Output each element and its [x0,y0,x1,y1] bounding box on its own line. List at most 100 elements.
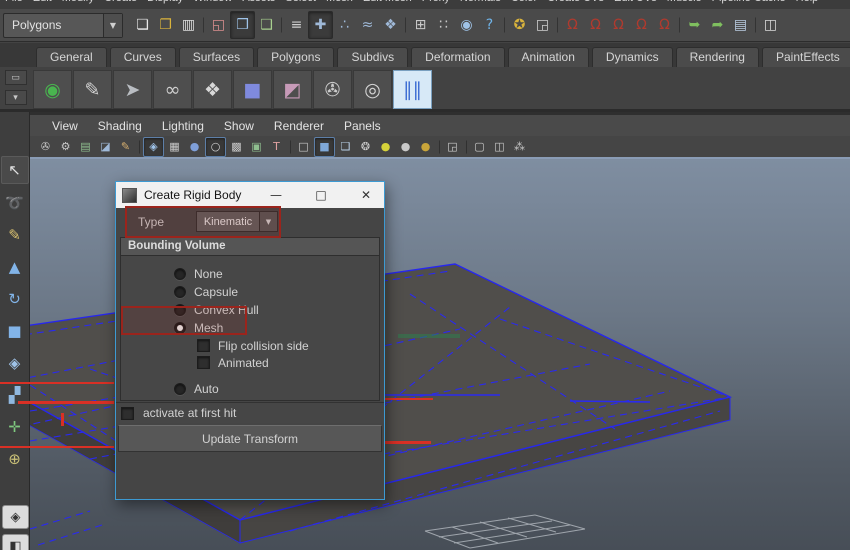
tab-general[interactable]: General [36,47,107,67]
tab-animation[interactable]: Animation [507,47,589,67]
menu-pipeline-cache[interactable]: Pipeline Cache [707,0,791,9]
spring-constraint-icon[interactable]: ∞ [153,70,192,109]
snap-to-view-plane-icon[interactable]: Ω [653,12,676,38]
tab-curves[interactable]: Curves [109,47,176,67]
universal-manipulator-icon[interactable]: ◈ [2,350,28,376]
gray-light-icon[interactable]: ● [396,138,415,156]
show-manipulator-icon[interactable]: ✛ [2,414,28,440]
menu-file[interactable]: File [0,0,28,9]
select-object-icon[interactable]: ❒ [230,11,255,39]
input-connections-icon[interactable]: ➥ [683,12,706,38]
goal-weights-icon[interactable]: ◎ [353,70,392,109]
mask-curves-icon[interactable]: ≈ [356,12,379,38]
image-plane-icon[interactable]: ◪ [96,138,115,156]
menu-edit-uvs[interactable]: Edit UVs [609,0,662,9]
set-rigid-key-icon[interactable]: ✇ [313,70,352,109]
four-pane-layout-icon[interactable]: ◧ [2,534,29,550]
dynamic-select-icon[interactable]: ◉ [455,12,478,38]
xray-cube-icon[interactable]: □ [294,138,313,156]
tab-rendering[interactable]: Rendering [675,47,759,67]
rotate-tool-icon[interactable]: ↻ [2,286,28,312]
soft-modification-icon[interactable]: ▞ [2,382,28,408]
select-hierarchy-icon[interactable]: ◱ [207,12,230,38]
grease-pencil-icon[interactable]: ✎ [116,138,135,156]
new-scene-icon[interactable]: ❏ [131,12,154,38]
selection-mask-icon[interactable]: ≡ [285,12,308,38]
panel-menu-lighting[interactable]: Lighting [152,119,214,133]
create-active-rigid-body-icon[interactable]: ◉ [33,70,72,109]
radio-convex-hull[interactable]: Convex Hull [174,301,379,319]
menu-create-uvs[interactable]: Create UVs [542,0,609,9]
tab-dynamics[interactable]: Dynamics [591,47,673,67]
tab-painteffects[interactable]: PaintEffects [761,47,850,67]
radio-auto[interactable]: Auto [174,380,379,398]
checker-sphere-icon[interactable]: ❂ [356,138,375,156]
shelf-menu-toggle-icon[interactable]: ▾ [4,90,27,105]
save-scene-icon[interactable]: ▥ [177,12,200,38]
mask-points-icon[interactable]: ✚ [308,11,333,39]
rigid-solver-icon[interactable]: ◩ [273,70,312,109]
tab-subdivs[interactable]: Subdivs [337,47,409,67]
menu-assets[interactable]: Assets [237,0,280,9]
gold-light-icon[interactable]: ● [416,138,435,156]
select-component-icon[interactable]: ❑ [255,12,278,38]
maximize-button[interactable]: □ [307,182,335,208]
shelf-tabs-toggle-icon[interactable]: ▭ [4,70,27,85]
isolate-select-icon[interactable]: ▩ [227,138,246,156]
duplicate-view-icon[interactable]: ◫ [490,138,509,156]
menu-help[interactable]: Help [791,0,824,9]
create-passive-rigid-body-icon[interactable]: ✎ [73,70,112,109]
menu-create[interactable]: Create [99,0,142,9]
mask-surfaces-icon[interactable]: ❖ [379,12,402,38]
activate-at-first-hit-row[interactable]: activate at first hit [116,402,384,423]
lighting-icon[interactable]: ▣ [247,138,266,156]
checkbox-flip-collision-side[interactable]: Flip collision side [197,337,379,354]
soft-body-icon[interactable]: ■ [233,70,272,109]
menu-mesh[interactable]: Mesh [321,0,358,9]
smooth-cube-icon[interactable]: ■ [314,136,335,157]
snap-to-point-icon[interactable]: Ω [607,12,630,38]
menu-display[interactable]: Display [142,0,188,9]
movie-camera-icon[interactable]: ✇ [36,138,55,156]
lock-selection-icon[interactable]: ✪ [508,12,531,38]
lasso-tool-icon[interactable]: ➰ [2,190,28,216]
panel-menu-panels[interactable]: Panels [334,119,391,133]
construction-history-icon[interactable]: ▤ [729,12,752,38]
flat-cube-icon[interactable]: ❑ [336,138,355,156]
radio-none[interactable]: None [174,265,379,283]
textured-icon[interactable]: ○ [205,136,226,157]
menu-edit[interactable]: Edit [28,0,57,9]
last-tool-icon[interactable]: ⊕ [2,446,28,472]
menu-muscle[interactable]: Muscle [662,0,707,9]
menu-modify[interactable]: Modify [57,0,99,9]
chevron-down-icon[interactable]: ▼ [260,211,278,232]
snap-to-projected-center-icon[interactable]: Ω [630,12,653,38]
move-tool-icon[interactable]: ▲ [2,254,28,280]
chevron-down-icon[interactable]: ▼ [103,13,122,37]
single-pane-layout-icon[interactable]: ◈ [2,505,29,529]
snap-to-grid-icon[interactable]: Ω [561,12,584,38]
update-transform-button[interactable]: Update Transform [118,425,382,452]
checkbox-animated[interactable]: Animated [197,354,379,371]
menu-proxy[interactable]: Proxy [417,0,455,9]
particles-icon[interactable]: ∷ [432,12,455,38]
help-icon[interactable]: ? [478,12,501,38]
minimize-button[interactable]: — [262,182,290,208]
panel-menu-renderer[interactable]: Renderer [264,119,334,133]
menu-window[interactable]: Window [188,0,237,9]
close-button[interactable]: ✕ [352,182,380,208]
menu-select[interactable]: Select [280,0,321,9]
barrier-constraint-icon[interactable]: ➤ [113,70,152,109]
isolate-view-cube-icon[interactable]: ▢ [470,138,489,156]
selection-marquee-icon[interactable]: ◲ [443,138,462,156]
panel-menu-show[interactable]: Show [214,119,264,133]
menu-set-dropdown[interactable]: Polygons ▼ [3,12,123,38]
menu-edit-mesh[interactable]: Edit Mesh [358,0,417,9]
menu-color[interactable]: Color [506,0,542,9]
snap-to-curve-icon[interactable]: Ω [584,12,607,38]
shaded-icon[interactable]: ● [185,138,204,156]
panel-menu-view[interactable]: View [42,119,88,133]
shatter-icon[interactable]: ❖ [193,70,232,109]
uv-texture-icon[interactable]: T [267,138,286,156]
share-view-icon[interactable]: ⁂ [510,138,529,156]
